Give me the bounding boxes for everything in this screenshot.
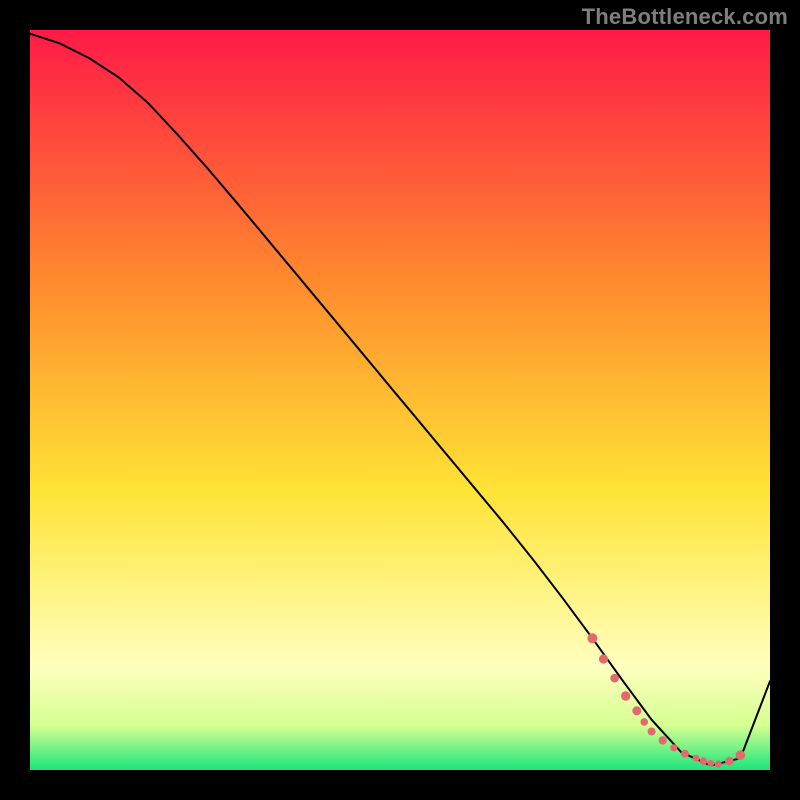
curve-marker-dot bbox=[632, 706, 641, 715]
curve-marker-dot bbox=[621, 691, 630, 700]
curve-marker-dot bbox=[599, 654, 608, 663]
bottleneck-chart bbox=[0, 0, 800, 800]
curve-marker-dot bbox=[736, 750, 746, 760]
watermark-text: TheBottleneck.com bbox=[582, 4, 788, 30]
curve-marker-dot bbox=[659, 736, 667, 744]
curve-marker-dot bbox=[693, 755, 700, 762]
curve-marker-dot bbox=[610, 674, 619, 683]
curve-marker-dot bbox=[587, 633, 597, 643]
chart-container: { "watermark": "TheBottleneck.com", "col… bbox=[0, 0, 800, 800]
curve-marker-dot bbox=[707, 760, 714, 767]
curve-marker-dot bbox=[648, 728, 656, 736]
curve-marker-dot bbox=[700, 757, 708, 765]
curve-marker-dot bbox=[725, 757, 734, 766]
curve-marker-dot bbox=[640, 718, 648, 726]
curve-marker-dot bbox=[715, 761, 722, 768]
curve-marker-dot bbox=[681, 750, 689, 758]
curve-marker-dot bbox=[670, 744, 677, 751]
